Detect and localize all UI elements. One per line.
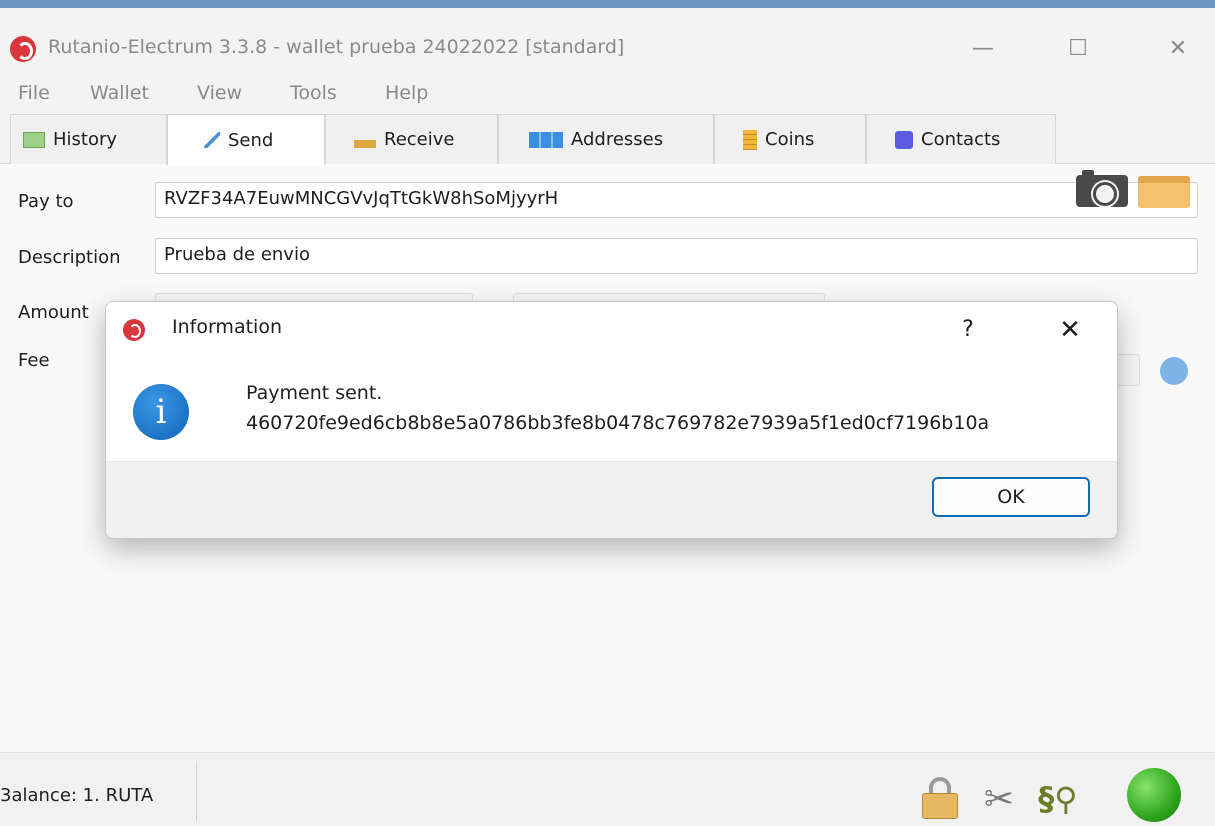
lock-icon[interactable]: [921, 777, 959, 819]
balance-text: 3alance: 1. RUTA: [0, 785, 154, 806]
coins-icon: [743, 129, 757, 150]
receive-icon: [354, 131, 376, 148]
window-title: Rutanio-Electrum 3.3.8 - wallet prueba 2…: [48, 36, 625, 58]
dialog-body: i Payment sent. 460720fe9ed6cb8b8e5a0786…: [106, 358, 1117, 461]
close-window-button[interactable]: ✕: [1150, 26, 1206, 72]
dialog-close-button[interactable]: ✕: [1050, 310, 1090, 350]
tab-coins[interactable]: Coins: [714, 114, 866, 164]
amount-label: Amount: [18, 302, 89, 323]
window-top-accent: [0, 0, 1215, 8]
menu-bar: File Wallet View Tools Help: [0, 72, 1215, 112]
pay-to-input[interactable]: RVZF34A7EuwMNCGVvJqTtGkW8hSoMjyyrH: [155, 182, 1198, 218]
rutanio-logo-icon: [10, 36, 36, 62]
tab-addresses[interactable]: Addresses: [498, 114, 714, 164]
maximize-button[interactable]: ☐: [1050, 26, 1106, 72]
ok-button[interactable]: OK: [932, 477, 1090, 517]
network-status-icon[interactable]: [1127, 768, 1181, 822]
payment-sent-message: Payment sent.: [246, 382, 383, 404]
menu-view[interactable]: View: [197, 82, 242, 104]
status-separator: [196, 761, 197, 821]
wallet-window: Rutanio-Electrum 3.3.8 - wallet prueba 2…: [0, 0, 1215, 826]
transaction-id: 460720fe9ed6cb8b8e5a0786bb3fe8b0478c7697…: [246, 412, 990, 434]
seed-key-icon[interactable]: §⚲: [1034, 778, 1082, 820]
menu-wallet[interactable]: Wallet: [90, 82, 149, 104]
tab-addresses-label: Addresses: [571, 129, 664, 150]
tab-history[interactable]: History: [10, 114, 167, 164]
information-dialog: Information ? ✕ i Payment sent. 460720fe…: [105, 301, 1118, 539]
status-bar: 3alance: 1. RUTA: [0, 752, 1215, 826]
tab-send-label: Send: [228, 129, 274, 151]
title-bar: Rutanio-Electrum 3.3.8 - wallet prueba 2…: [0, 8, 1215, 72]
camera-icon[interactable]: [1076, 170, 1128, 207]
menu-file[interactable]: File: [18, 82, 50, 104]
tab-coins-label: Coins: [765, 129, 815, 150]
menu-help[interactable]: Help: [385, 82, 428, 104]
tab-receive-label: Receive: [384, 129, 455, 150]
send-icon: [204, 132, 220, 148]
description-label: Description: [18, 247, 121, 268]
contacts-icon: [895, 130, 913, 149]
lock-body: [922, 793, 958, 819]
tab-contacts-label: Contacts: [921, 129, 1001, 150]
fee-info-icon[interactable]: [1160, 357, 1188, 385]
history-icon: [23, 131, 45, 148]
addresses-icon: [529, 131, 563, 148]
dialog-footer: OK: [106, 461, 1117, 538]
tab-receive[interactable]: Receive: [325, 114, 498, 164]
dialog-logo-icon: [123, 319, 145, 341]
minimize-button[interactable]: —: [955, 26, 1011, 72]
tab-contacts[interactable]: Contacts: [866, 114, 1056, 164]
fee-label: Fee: [18, 350, 50, 371]
description-input[interactable]: Prueba de envio: [155, 238, 1198, 274]
info-icon: i: [133, 384, 189, 440]
dialog-title: Information: [172, 316, 282, 338]
tools-icon[interactable]: ✂: [977, 780, 1021, 820]
tab-send[interactable]: Send: [167, 114, 325, 165]
dialog-help-button[interactable]: ?: [952, 310, 984, 350]
dialog-title-bar: Information ? ✕: [106, 302, 1117, 358]
folder-icon[interactable]: [1138, 176, 1190, 208]
tab-history-label: History: [53, 129, 118, 150]
pay-to-label: Pay to: [18, 191, 74, 212]
menu-tools[interactable]: Tools: [290, 82, 337, 104]
tab-bar: History Send Receive Addresses Coins Con…: [0, 112, 1215, 165]
